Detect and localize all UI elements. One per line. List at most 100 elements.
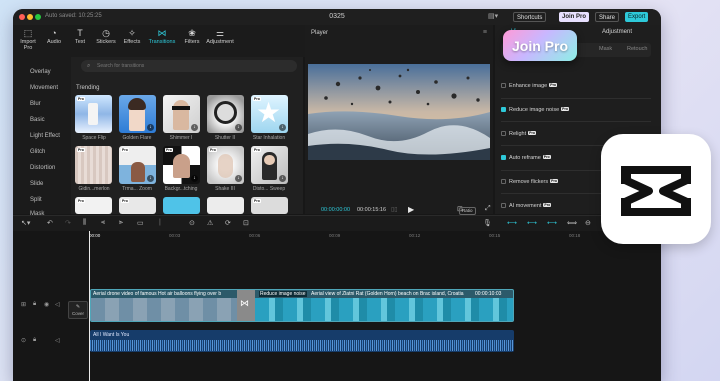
- track-toggle-icon[interactable]: ⊙: [21, 337, 26, 344]
- linkage-icon[interactable]: ⟷: [547, 219, 557, 227]
- ratio-button[interactable]: Ratio: [459, 207, 476, 215]
- download-icon[interactable]: ↓: [279, 175, 286, 182]
- select-tool-icon[interactable]: ↖▾: [21, 219, 30, 227]
- freeze-icon[interactable]: ⊙: [189, 219, 195, 227]
- share-button[interactable]: Share: [595, 12, 620, 22]
- sidebar-item-glitch[interactable]: Glitch: [13, 145, 71, 159]
- join-pro-promo[interactable]: Join Pro: [503, 30, 577, 61]
- sidebar-item-blur[interactable]: Blur: [13, 97, 71, 111]
- magnet-icon[interactable]: ⟷: [527, 219, 537, 227]
- tab-transitions[interactable]: ⋈ Transitions: [145, 28, 179, 45]
- transition-thumb[interactable]: [163, 197, 200, 214]
- subtab-retouch[interactable]: Retouch: [627, 46, 648, 52]
- menu-icon[interactable]: ≡: [483, 29, 487, 36]
- tab-import[interactable]: ⬚ Import Pro: [15, 28, 41, 51]
- transition-thumb[interactable]: Pro: [75, 197, 112, 214]
- search-input[interactable]: Search for transitions: [81, 60, 297, 72]
- transition-thumb-shutter[interactable]: ↓: [207, 95, 244, 133]
- transition-thumb-star-inhalation[interactable]: ★ Pro ↓: [251, 95, 288, 133]
- zoom-out-icon[interactable]: ⊖: [585, 219, 591, 227]
- visibility-icon[interactable]: ◉: [44, 301, 49, 308]
- transition-thumb-distortion-sweep[interactable]: Pro ↓: [251, 146, 288, 184]
- sidebar-item-split[interactable]: Split: [13, 193, 71, 207]
- checkbox[interactable]: [501, 131, 506, 136]
- tab-audio[interactable]: ◔ Audio: [41, 28, 67, 45]
- transition-thumb[interactable]: Pro: [119, 197, 156, 214]
- lock-icon[interactable]: 🔒︎: [33, 301, 36, 308]
- export-button[interactable]: Export: [625, 12, 649, 22]
- transition-thumb[interactable]: [207, 197, 244, 214]
- download-icon[interactable]: ↓: [191, 124, 198, 131]
- pro-badge: Pro: [209, 148, 217, 152]
- sidebar-item-basic[interactable]: Basic: [13, 113, 71, 127]
- transition-thumb-gidin[interactable]: Pro: [75, 146, 112, 184]
- shortcuts-button[interactable]: Shortcuts: [513, 12, 547, 22]
- download-icon[interactable]: ↓: [235, 175, 242, 182]
- thumb-label: Shutter II: [214, 135, 236, 141]
- split-icon[interactable]: ⫼: [83, 219, 86, 227]
- tab-stickers[interactable]: ◷ Stickers: [93, 28, 119, 45]
- sidebar-item-movement[interactable]: Movement: [13, 81, 71, 95]
- layout-icon[interactable]: ▤▾: [488, 12, 498, 20]
- sidebar-item-overlay[interactable]: Overlay: [13, 65, 71, 79]
- option-enhance-image[interactable]: Enhance image Pro: [501, 81, 651, 91]
- checkbox[interactable]: [501, 107, 506, 112]
- link-main-track-icon[interactable]: ⟷: [507, 219, 517, 227]
- fullscreen-icon[interactable]: ⤢: [485, 205, 491, 213]
- audio-mute-icon[interactable]: ◁: [55, 301, 60, 308]
- redo-icon[interactable]: ↷: [65, 219, 71, 227]
- preview-axis-icon[interactable]: ⟺: [567, 219, 577, 227]
- delete-icon[interactable]: ▭: [137, 219, 144, 227]
- cover-button[interactable]: ✎ Cover: [68, 301, 88, 319]
- video-clip[interactable]: ⋈ Aerial drone video of famous Hot air b…: [90, 289, 514, 322]
- sidebar-item-slide[interactable]: Slide: [13, 177, 71, 191]
- checkbox[interactable]: [501, 83, 506, 88]
- microphone-icon[interactable]: 🎙: [483, 219, 492, 227]
- track-toggle-icon[interactable]: ⊞: [21, 301, 26, 308]
- tab-text[interactable]: T Text: [67, 28, 93, 45]
- transition-marker-icon[interactable]: ⋈: [240, 298, 249, 309]
- undo-icon[interactable]: ↶: [47, 219, 53, 227]
- split-right-icon[interactable]: ⫸: [119, 219, 123, 227]
- download-icon[interactable]: ↓: [279, 124, 286, 131]
- audio-mute-icon[interactable]: ◁: [55, 337, 60, 344]
- pro-badge: Pro: [165, 148, 173, 152]
- crop-tool-icon[interactable]: ⊡: [243, 219, 249, 227]
- compare-icon[interactable]: ▯▯: [391, 206, 398, 213]
- tab-effects[interactable]: ✧ Effects: [119, 28, 145, 45]
- transition-thumb-trma-zoom[interactable]: Pro ↓: [119, 146, 156, 184]
- rotate-icon[interactable]: ⟳: [225, 219, 231, 227]
- checkbox[interactable]: [501, 203, 506, 208]
- warning-icon[interactable]: ⚠: [207, 219, 213, 227]
- stickers-icon: ◷: [102, 28, 110, 38]
- sidebar-item-distortion[interactable]: Distortion: [13, 161, 71, 175]
- checkbox[interactable]: [501, 179, 506, 184]
- effects-icon: ✧: [128, 28, 136, 38]
- tab-adjustment[interactable]: ⚌ Adjustment: [203, 28, 237, 45]
- play-icon[interactable]: ▶: [408, 205, 414, 214]
- split-left-icon[interactable]: ⫷: [101, 219, 105, 227]
- pro-badge: Pro: [121, 199, 129, 203]
- download-icon[interactable]: ↓: [147, 175, 154, 182]
- checkbox[interactable]: [501, 155, 506, 160]
- option-reduce-image-noise[interactable]: Reduce image noise Pro: [501, 105, 651, 115]
- subtab-mask[interactable]: Mask: [599, 46, 612, 52]
- download-icon[interactable]: ↓: [235, 124, 242, 131]
- download-icon[interactable]: ↓: [191, 175, 198, 182]
- pro-badge: Pro: [121, 148, 129, 152]
- download-icon[interactable]: ↓: [147, 124, 154, 131]
- transition-thumb-background-stitching[interactable]: Pro ↓: [163, 146, 200, 184]
- player-panel: Player ≡ 00:00:00:00 00:00:15:16 ▯▯ ▶ ⊡ …: [305, 25, 493, 214]
- sidebar-item-light-effect[interactable]: Light Effect: [13, 129, 71, 143]
- playhead[interactable]: [89, 231, 90, 381]
- transition-thumb[interactable]: Pro: [251, 197, 288, 214]
- audio-clip[interactable]: All I Want Is You: [90, 330, 514, 352]
- tab-filters[interactable]: ❀ Filters: [179, 28, 205, 45]
- transition-thumb-shimmer[interactable]: ↓: [163, 95, 200, 133]
- transition-thumb-golden-flare[interactable]: ↓: [119, 95, 156, 133]
- join-pro-button[interactable]: Join Pro: [559, 12, 590, 22]
- lock-icon[interactable]: 🔒︎: [33, 337, 36, 344]
- tab-adjustment-props[interactable]: Adjustment: [602, 29, 632, 35]
- transition-thumb-space-flip[interactable]: Pro: [75, 95, 112, 133]
- transition-thumb-shake[interactable]: Pro ↓: [207, 146, 244, 184]
